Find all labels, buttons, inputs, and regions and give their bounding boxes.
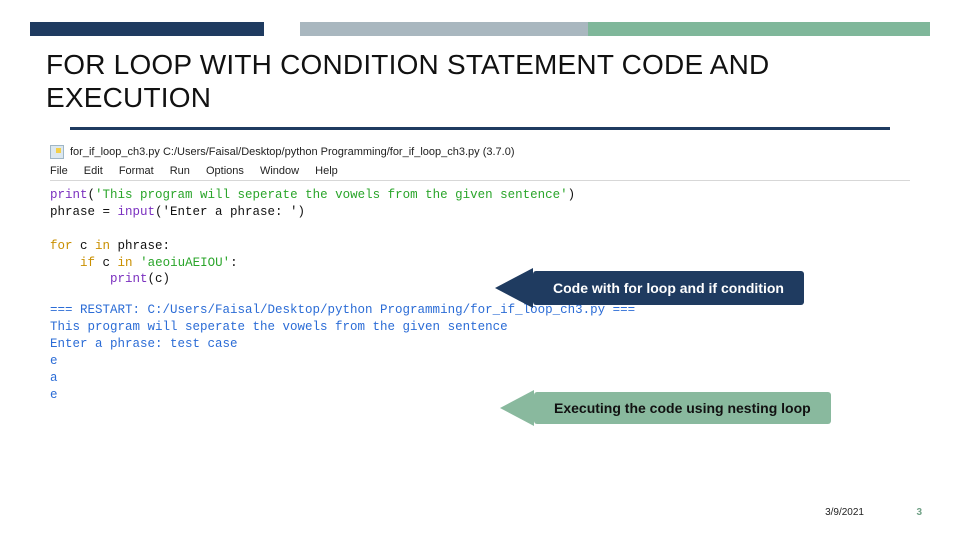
accent-bar: [30, 22, 930, 36]
idle-menubar: File Edit Format Run Options Window Help: [50, 165, 910, 177]
arrow-left-icon: [500, 390, 534, 426]
accent-grey: [300, 22, 588, 36]
title-block: FOR LOOP WITH CONDITION STATEMENT CODE A…: [30, 36, 930, 130]
menu-options[interactable]: Options: [206, 165, 244, 177]
slide-number: 3: [916, 507, 922, 518]
callout-code-label: Code with for loop and if condition: [533, 271, 804, 305]
accent-green: [588, 22, 930, 36]
callout-exec: Executing the code using nesting loop: [500, 390, 831, 426]
footer-date: 3/9/2021: [825, 507, 864, 518]
menu-window[interactable]: Window: [260, 165, 299, 177]
arrow-left-icon: [495, 268, 533, 308]
menu-format[interactable]: Format: [119, 165, 154, 177]
shell-output: === RESTART: C:/Users/Faisal/Desktop/pyt…: [50, 302, 910, 403]
callout-code: Code with for loop and if condition: [495, 268, 804, 308]
accent-gap: [264, 22, 300, 36]
menu-file[interactable]: File: [50, 165, 68, 177]
accent-navy: [30, 22, 264, 36]
menu-edit[interactable]: Edit: [84, 165, 103, 177]
slide-title: FOR LOOP WITH CONDITION STATEMENT CODE A…: [46, 48, 914, 114]
menu-separator: [50, 180, 910, 181]
idle-icon: [50, 145, 64, 159]
idle-titlebar: for_if_loop_ch3.py C:/Users/Faisal/Deskt…: [50, 145, 910, 159]
idle-title-text: for_if_loop_ch3.py C:/Users/Faisal/Deskt…: [70, 146, 515, 158]
menu-help[interactable]: Help: [315, 165, 338, 177]
callout-exec-label: Executing the code using nesting loop: [534, 392, 831, 424]
title-underline: [70, 127, 890, 130]
menu-run[interactable]: Run: [170, 165, 190, 177]
